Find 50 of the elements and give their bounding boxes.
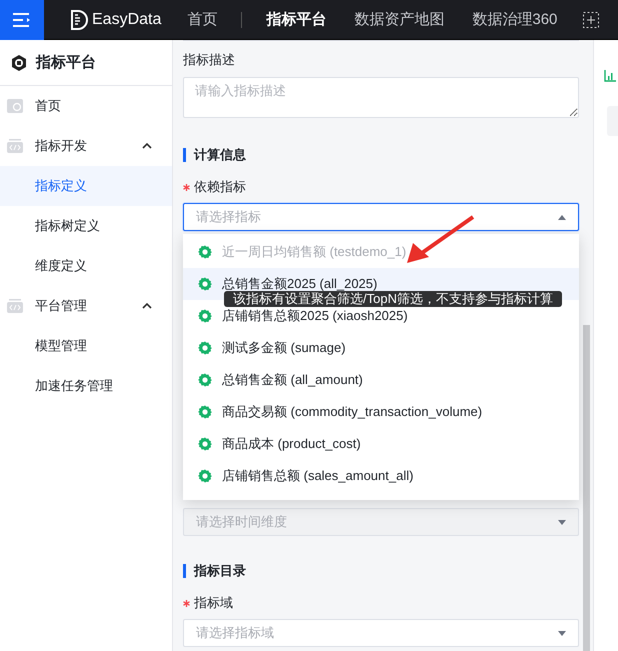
sidebar-item[interactable]: 指标开发	[0, 126, 172, 166]
metric-option[interactable]: 商品成本 (product_cost)	[183, 428, 579, 460]
menu-icon	[13, 12, 31, 26]
logo-icon	[70, 10, 88, 30]
metric-option[interactable]: 测试多金额 (sumage)	[183, 332, 579, 364]
chevron-icon	[142, 303, 152, 309]
home-icon	[7, 99, 23, 113]
caret-icon	[558, 214, 566, 220]
section-title: 计算信息	[183, 148, 579, 162]
sidebar-title: 指标平台	[36, 53, 96, 72]
gear-icon	[198, 405, 212, 419]
caret-icon	[558, 630, 566, 636]
sidebar-subitem[interactable]: 维度定义	[0, 246, 172, 286]
annotation-arrow	[405, 215, 475, 265]
code-icon	[7, 299, 23, 313]
add-icon[interactable]	[583, 12, 600, 28]
caret-icon	[558, 520, 566, 524]
code-icon	[7, 139, 23, 153]
gear-icon	[198, 373, 212, 387]
nav-link[interactable]: 首页	[187, 10, 218, 29]
nav-link[interactable]: 数据治理360	[472, 10, 558, 29]
gear-icon	[198, 277, 212, 291]
scrollbar[interactable]	[583, 325, 590, 651]
chevron-icon	[142, 143, 152, 149]
field-label: 指标域	[194, 594, 233, 612]
tooltip: 该指标有设置聚合筛选/TopN筛选，不支持参与指标计算	[224, 291, 562, 307]
sidebar-subitem[interactable]: 指标定义	[0, 166, 172, 206]
metric-option[interactable]: 店铺销售总额 (sales_amount_all)	[183, 460, 579, 492]
brand-name: EasyData	[92, 10, 162, 28]
sidebar-subitem[interactable]: 模型管理	[0, 326, 172, 366]
metric-option[interactable]: 总销售金额 (all_amount)	[183, 364, 579, 396]
field-label: 指标描述	[183, 51, 236, 69]
nav-link[interactable]: 数据资产地图	[354, 10, 444, 29]
nav-link[interactable]: 指标平台	[266, 10, 326, 29]
gear-icon	[198, 309, 212, 323]
gear-icon	[198, 469, 212, 483]
description-field[interactable]: 请输入指标描述	[183, 77, 579, 118]
gear-icon	[198, 341, 212, 355]
sidebar-subitem[interactable]: 指标树定义	[0, 206, 172, 246]
sidebar-item[interactable]: 首页	[0, 86, 172, 126]
platform-logo-icon	[10, 54, 28, 72]
menu-button[interactable]	[0, 0, 44, 40]
field-label: 依赖指标	[194, 178, 246, 196]
gear-icon	[198, 245, 212, 259]
chart-icon	[604, 70, 616, 82]
sidebar-subitem[interactable]: 加速任务管理	[0, 366, 172, 406]
section-title: 指标目录	[183, 564, 579, 578]
gear-icon	[198, 437, 212, 451]
sidebar-item[interactable]: 平台管理	[0, 286, 172, 326]
metric-option[interactable]: 商品交易额 (commodity_transaction_volume)	[183, 396, 579, 428]
